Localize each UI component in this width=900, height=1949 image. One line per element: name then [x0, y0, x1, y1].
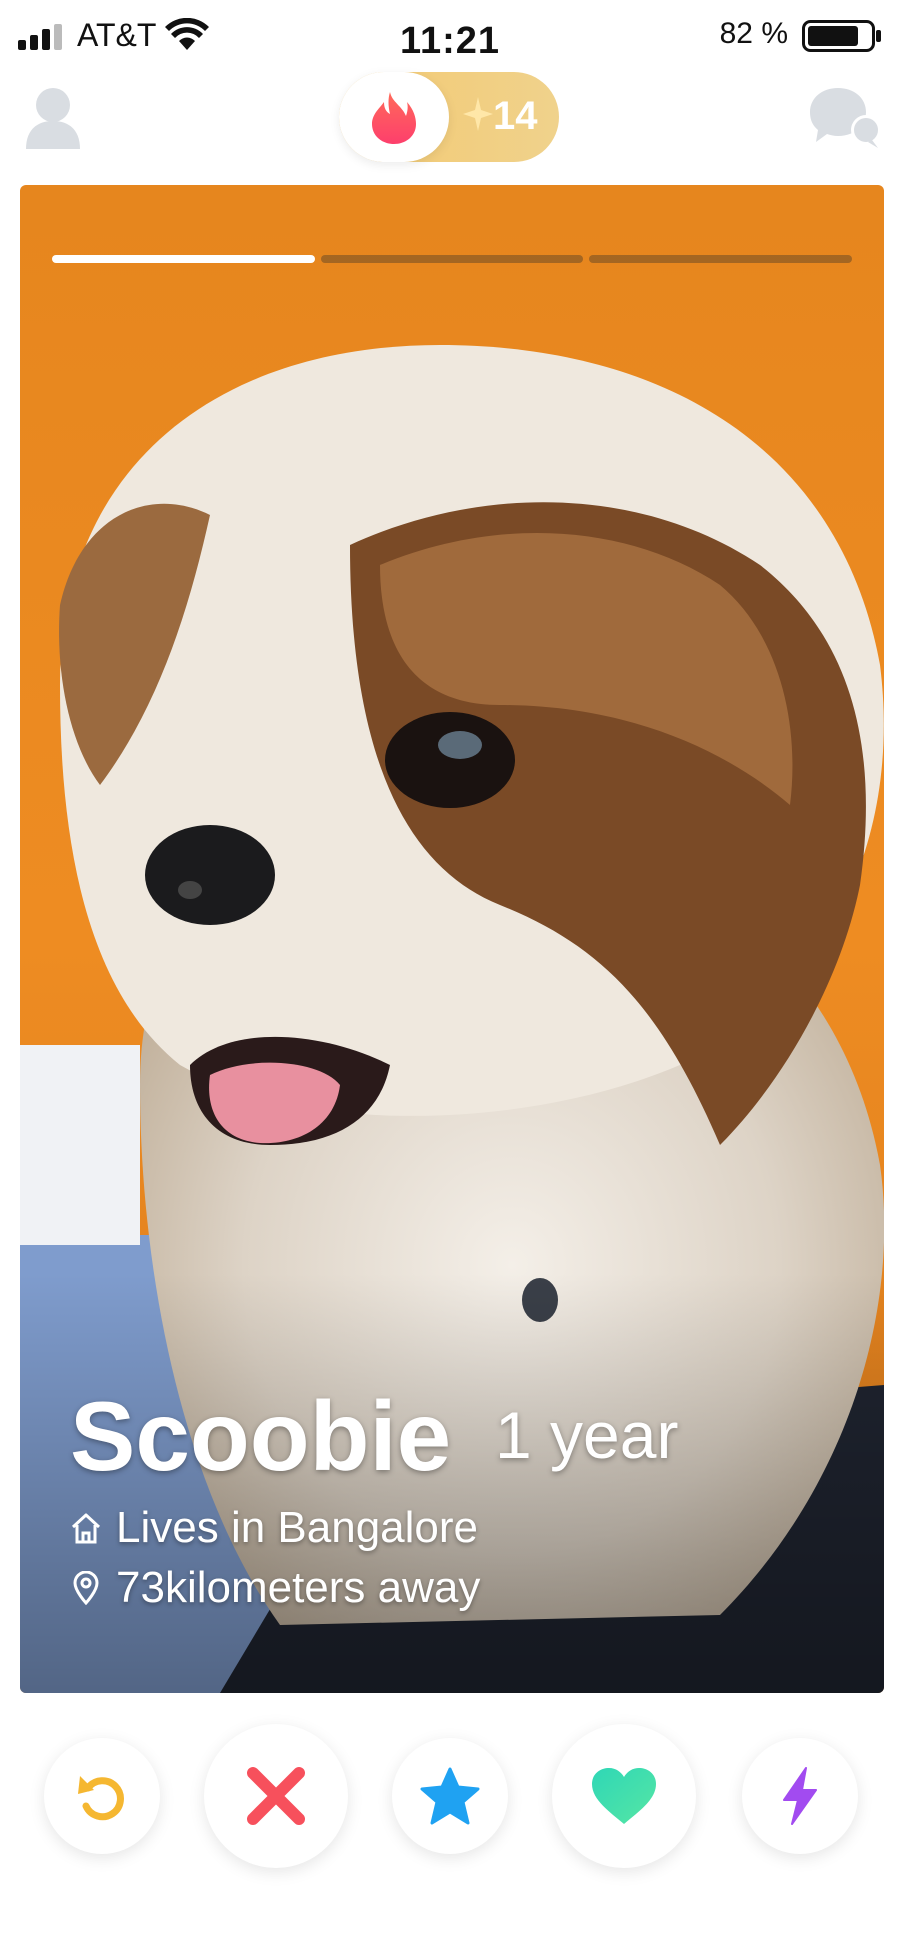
profile-button[interactable]	[24, 85, 82, 151]
like-button[interactable]	[552, 1724, 696, 1868]
photo-progress	[52, 255, 853, 263]
rewind-icon	[78, 1776, 124, 1821]
photo-progress-segment[interactable]	[52, 255, 315, 263]
lightning-icon	[783, 1767, 817, 1825]
photo-progress-segment[interactable]	[589, 255, 853, 263]
lives-in-row: Lives in Bangalore	[70, 1503, 478, 1553]
mode-toggle[interactable]: 14	[339, 72, 559, 162]
nope-button[interactable]	[204, 1724, 348, 1868]
home-icon	[71, 1513, 101, 1544]
close-icon	[247, 1767, 305, 1825]
distance-text: 73kilometers away	[116, 1563, 481, 1612]
heart-icon	[592, 1768, 656, 1824]
profile-age: 1 year	[495, 1398, 679, 1472]
profile-card[interactable]: Scoobie 1 year Lives in Bangalore 73kilo…	[20, 185, 884, 1693]
lives-in-text: Lives in Bangalore	[116, 1503, 479, 1552]
flame-icon	[372, 92, 416, 144]
profile-name: Scoobie	[70, 1381, 452, 1491]
photo-progress-segment[interactable]	[320, 255, 584, 263]
battery-icon	[802, 20, 881, 52]
battery-percent: 82 %	[719, 17, 788, 50]
status-bar: AT&T 11:21 82 %	[0, 0, 900, 75]
tinder-mode-button[interactable]	[339, 72, 449, 162]
distance-row: 73kilometers away	[70, 1563, 480, 1613]
location-pin-icon	[73, 1571, 99, 1605]
sparkle-icon	[463, 97, 493, 131]
super-like-button[interactable]	[392, 1738, 508, 1854]
gold-likes-count: 14	[493, 94, 538, 138]
rewind-button[interactable]	[44, 1738, 160, 1854]
messages-button[interactable]	[808, 86, 882, 150]
star-icon	[420, 1767, 480, 1825]
action-bar	[0, 1720, 900, 1870]
boost-button[interactable]	[742, 1738, 858, 1854]
